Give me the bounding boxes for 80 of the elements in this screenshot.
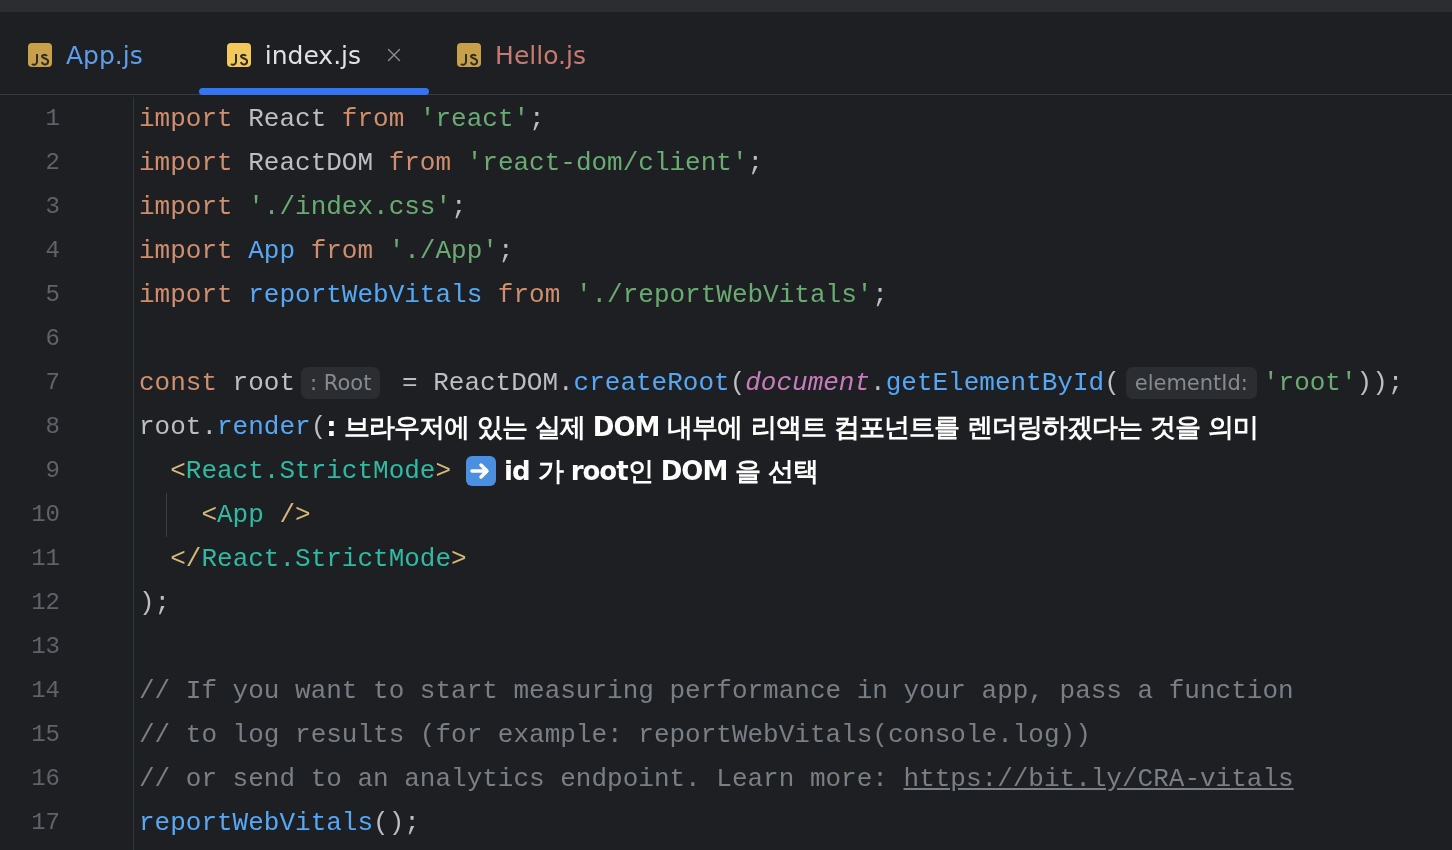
code-token: React.StrictMode xyxy=(185,456,436,486)
code-token: </ xyxy=(169,544,202,574)
code-token: > xyxy=(451,544,467,574)
code-token: from xyxy=(341,104,405,134)
code-token: App xyxy=(247,236,296,266)
code-token: const xyxy=(139,368,217,398)
js-file-icon xyxy=(226,43,251,67)
js-file-icon xyxy=(28,43,52,67)
code-token: // or send to an analytics endpoint. Learn more: xyxy=(139,764,889,794)
line-number: 16 xyxy=(30,764,60,794)
code-token: from xyxy=(309,236,374,266)
code-token: /> xyxy=(278,500,311,530)
code-token: ; xyxy=(529,104,545,134)
line-number: 13 xyxy=(30,632,60,662)
code-token: ; xyxy=(451,192,467,222)
inlay-hint: elementId: xyxy=(1125,367,1257,399)
code-token: = ReactDOM. xyxy=(400,368,574,398)
link[interactable]: https://bit.ly/CRA-vitals xyxy=(903,764,1294,794)
code-token: getElementById xyxy=(885,368,1105,398)
code-token: import xyxy=(139,148,233,178)
file-tab[interactable]: index.js xyxy=(198,12,430,94)
code-token: < xyxy=(200,500,217,530)
code-token: reportWebVitals xyxy=(139,808,374,838)
js-file-icon xyxy=(457,43,482,67)
line-number: 8 xyxy=(44,412,60,442)
line-number: 15 xyxy=(30,720,60,750)
inlay-hint: : Root xyxy=(301,367,381,399)
code-token: render xyxy=(217,412,311,442)
code-token: ; xyxy=(497,236,514,266)
code-token: root xyxy=(231,368,296,398)
code-token: './App' xyxy=(387,236,498,266)
code-token: import xyxy=(139,280,233,310)
code-token: // to log results (for example: reportWebVitals(console.log)) xyxy=(139,720,1091,750)
code-token: ; xyxy=(747,148,764,178)
code-token: ( xyxy=(310,412,327,442)
code-token: ( xyxy=(1104,368,1120,398)
code-token: reportWebVitals xyxy=(247,280,483,310)
code-token: document xyxy=(745,368,871,398)
code-token: 'react' xyxy=(418,104,530,134)
code-token: './index.css' xyxy=(247,192,452,222)
code-token: 'react-dom/client' xyxy=(465,148,748,178)
line-number: 12 xyxy=(30,588,60,618)
annotation-text: id 가 root인 DOM 을 선택 xyxy=(504,454,819,488)
code-token: './reportWebVitals' xyxy=(574,280,873,310)
line-number: 6 xyxy=(44,324,60,354)
code-token: from xyxy=(388,148,452,178)
code-token: . xyxy=(870,368,886,398)
line-number: 7 xyxy=(44,368,60,398)
annotation-text: : 브라우저에 있는 실제 DOM 내부에 리액트 컴포넌트를 렌더링하겠다는 것을 의미 xyxy=(326,410,1258,444)
file-tab[interactable]: Hello.js xyxy=(429,12,610,94)
code-token: import xyxy=(139,192,233,222)
line-number: 3 xyxy=(44,192,60,222)
code-token: createRoot xyxy=(573,368,730,398)
line-number: 9 xyxy=(44,456,60,486)
code-token: )); xyxy=(1356,368,1404,398)
code-token: App xyxy=(217,500,264,530)
line-number: 10 xyxy=(30,500,60,530)
line-number: 2 xyxy=(44,148,60,178)
code-token: ); xyxy=(139,588,171,618)
code-token: ( xyxy=(729,368,746,398)
code-token: React xyxy=(247,104,328,134)
file-tab[interactable]: App.js xyxy=(0,12,167,94)
line-number: 11 xyxy=(30,544,60,574)
code-token: > xyxy=(435,456,452,486)
code-token: ; xyxy=(872,280,888,310)
line-number: 1 xyxy=(44,104,60,134)
code-token: < xyxy=(169,456,186,486)
line-number: 17 xyxy=(30,808,60,838)
code-token: root. xyxy=(139,412,217,442)
code-token: // If you want to start measuring performance in your app, pass a function xyxy=(139,676,1294,706)
code-token: 'root' xyxy=(1262,368,1357,398)
code-token: (); xyxy=(373,808,420,838)
line-number: 4 xyxy=(44,236,60,266)
code-token: ReactDOM xyxy=(247,148,375,178)
code-token: import xyxy=(139,236,233,266)
line-number: 14 xyxy=(30,676,60,706)
code-token: from xyxy=(496,280,561,310)
code-token: import xyxy=(139,104,233,134)
code-token: React.StrictMode xyxy=(201,544,452,574)
line-number: 5 xyxy=(44,280,60,310)
